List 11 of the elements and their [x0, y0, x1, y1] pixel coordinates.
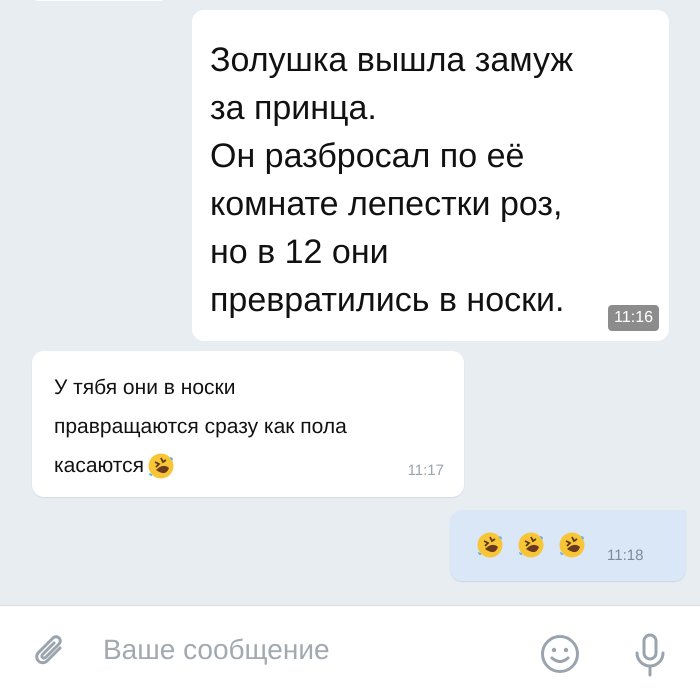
message-text: Золушка вышла замуж за принца. Он разбросал по её комнате лепестки роз, но в 12 они превратились в носки. — [210, 40, 574, 321]
laughing-face-icon — [146, 450, 176, 480]
laughing-face-icon — [475, 530, 505, 560]
message-text: касаются — [54, 453, 144, 479]
smiley-icon[interactable] — [540, 634, 580, 674]
laughing-face-icon — [516, 530, 546, 560]
timestamp: 11:16 — [608, 305, 659, 331]
timestamp: 11:18 — [607, 546, 644, 566]
laughing-face-icon — [557, 530, 587, 560]
timestamp: 11:17 — [408, 460, 444, 480]
microphone-icon[interactable] — [633, 633, 667, 677]
